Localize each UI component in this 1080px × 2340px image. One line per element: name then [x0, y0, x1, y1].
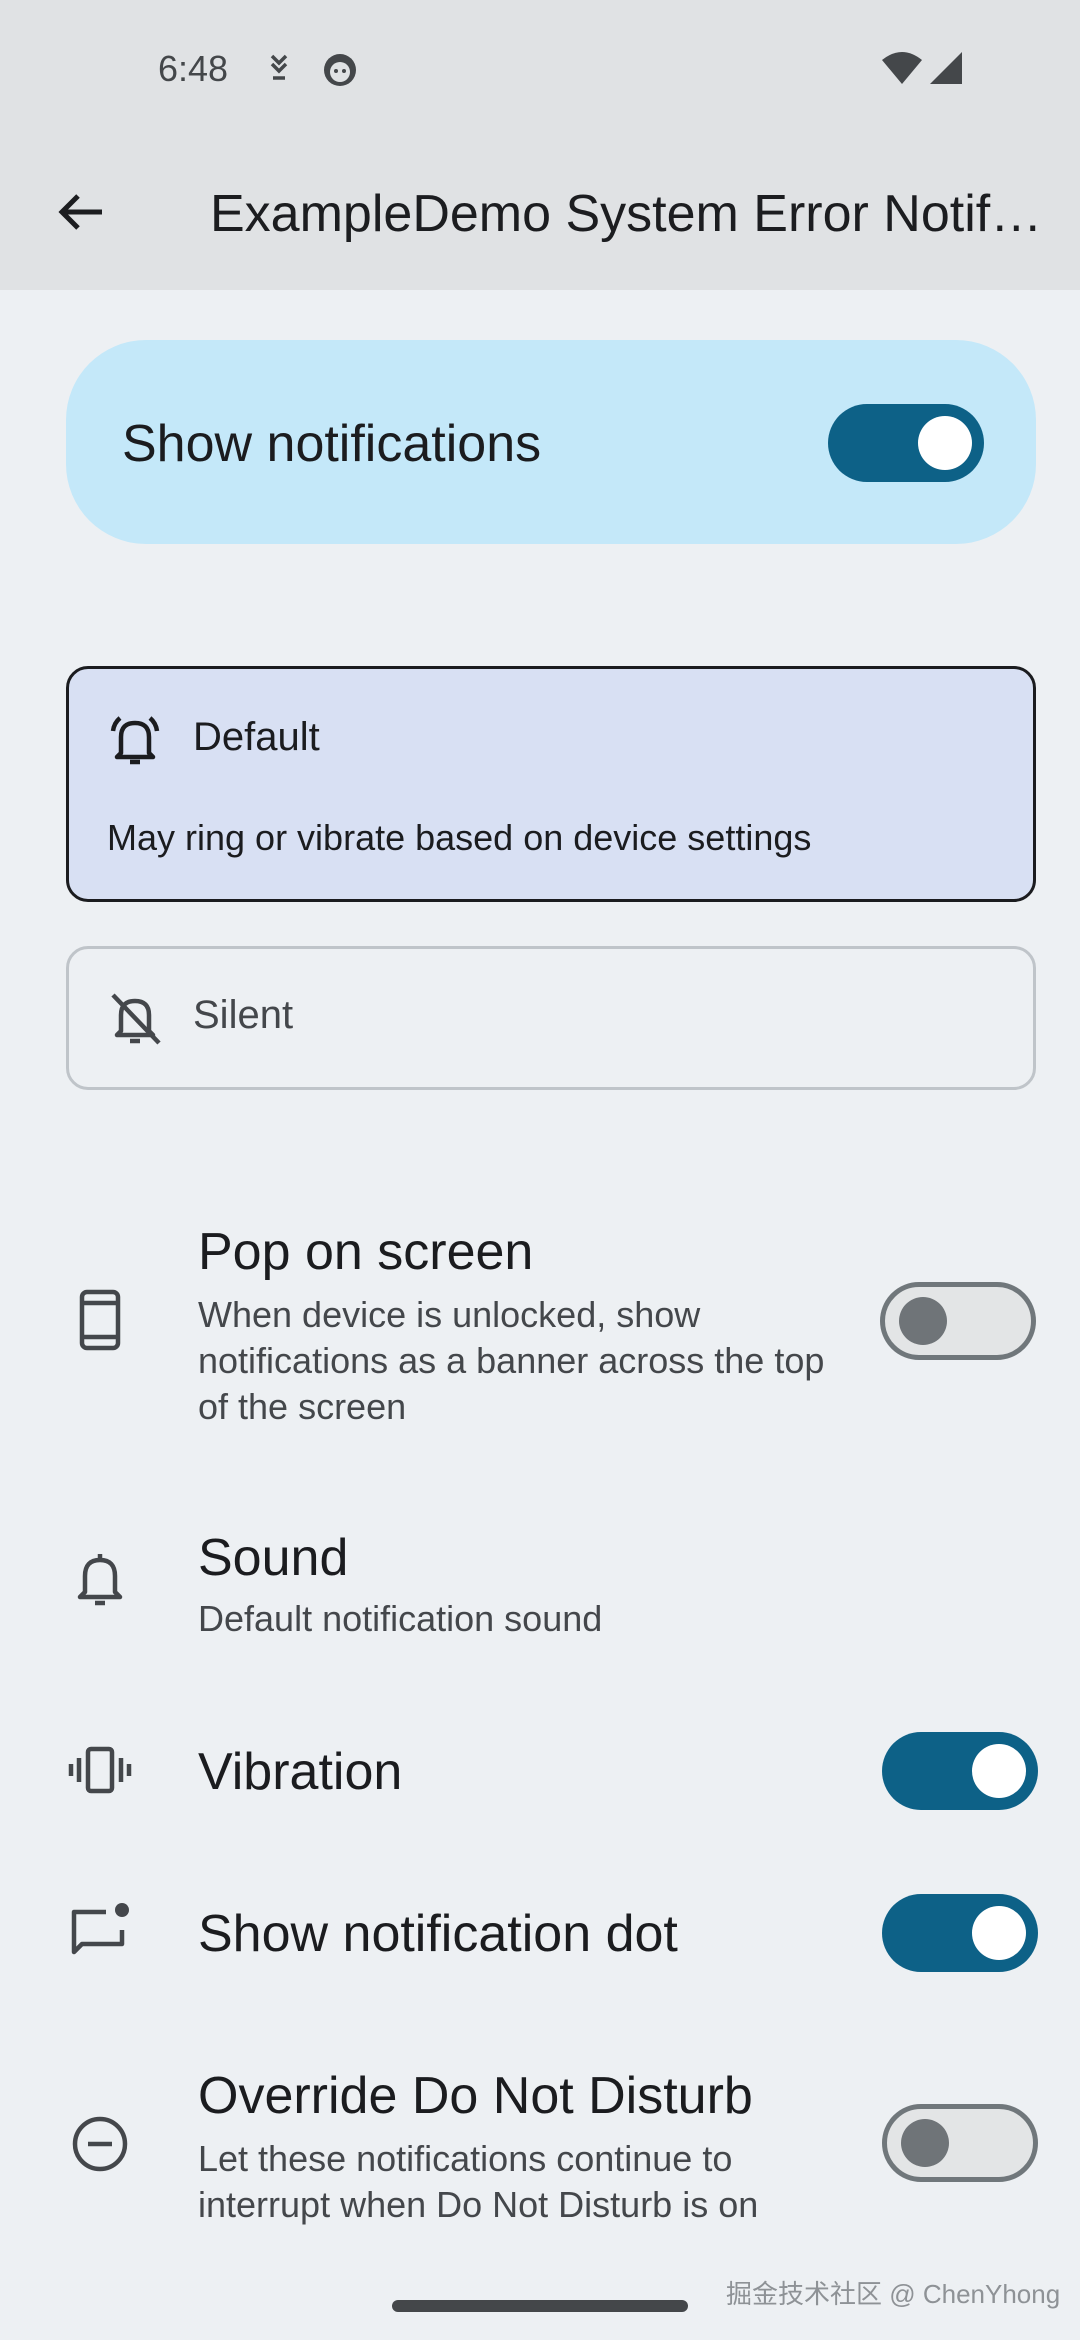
wifi-icon [880, 50, 924, 91]
switch-thumb [899, 1297, 947, 1345]
override-dnd-subtitle: Let these notifications continue to inte… [198, 2138, 759, 2225]
switch-thumb [972, 1744, 1026, 1798]
show-notifications-card[interactable]: Show notifications [66, 340, 1036, 544]
arrow-back-icon [56, 192, 104, 237]
show-notifications-switch[interactable] [828, 404, 984, 482]
status-time: 6:48 [158, 48, 229, 89]
vibration-icon [62, 1732, 138, 1808]
importance-default-description: May ring or vibrate based on device sett… [107, 817, 812, 858]
download-icon [264, 52, 294, 91]
pop-on-screen-switch[interactable] [880, 1282, 1036, 1360]
notification-settings-screen: 6:48 ExampleDemo System Error Notificati… [0, 0, 1080, 2340]
sound-title: Sound [198, 1529, 349, 1587]
notification-dot-switch[interactable] [882, 1894, 1038, 1972]
importance-silent-option[interactable]: Silent [66, 946, 1036, 1090]
switch-thumb [901, 2119, 949, 2167]
bell-icon [62, 1542, 138, 1618]
switch-thumb [918, 416, 972, 470]
importance-default-option[interactable]: Default May ring or vibrate based on dev… [66, 666, 1036, 902]
bell-off-icon [105, 989, 165, 1049]
vibration-title: Vibration [198, 1743, 403, 1801]
show-notifications-label: Show notifications [122, 415, 542, 473]
back-button[interactable] [44, 178, 116, 250]
switch-thumb [972, 1906, 1026, 1960]
notification-dot-title: Show notification dot [198, 1905, 678, 1963]
importance-default-label: Default [193, 715, 320, 759]
pop-on-screen-title: Pop on screen [198, 1223, 534, 1281]
phone-icon [62, 1282, 138, 1358]
override-dnd-switch[interactable] [882, 2104, 1038, 2182]
do-not-disturb-icon [62, 2106, 138, 2182]
gesture-nav-handle[interactable] [392, 2300, 688, 2312]
importance-silent-label: Silent [193, 993, 294, 1037]
override-dnd-title: Override Do Not Disturb [198, 2067, 753, 2125]
top-bar: 6:48 ExampleDemo System Error Notificati… [0, 0, 1080, 290]
sound-subtitle: Default notification sound [198, 1598, 603, 1639]
signal-icon [928, 50, 964, 91]
bell-ring-icon [105, 711, 165, 771]
chat-dot-icon [62, 1894, 138, 1970]
watermark: 掘金技术社区 @ ChenYhong [726, 2279, 1061, 2309]
pop-on-screen-subtitle: When device is unlocked, show notificati… [198, 1294, 825, 1427]
vibration-switch[interactable] [882, 1732, 1038, 1810]
page-title: ExampleDemo System Error Notifications [210, 185, 1050, 243]
face-icon [322, 52, 358, 93]
